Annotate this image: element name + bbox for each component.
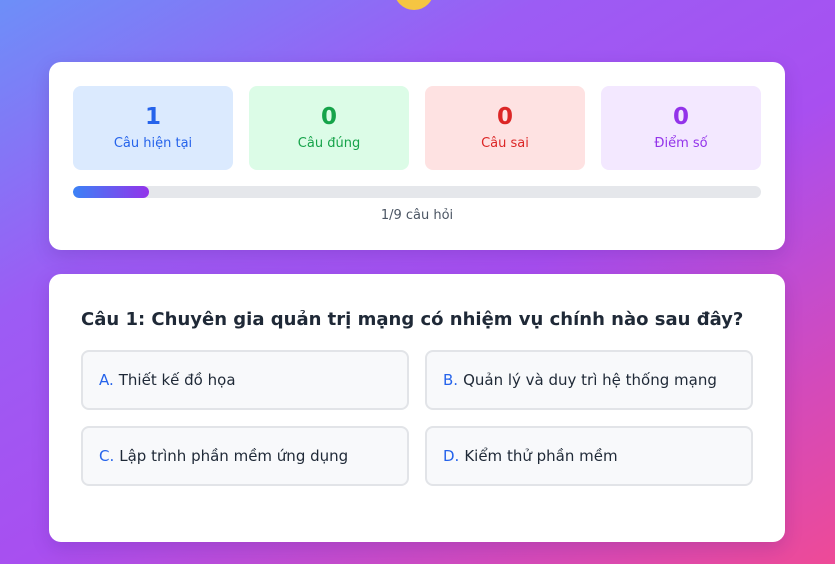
option-text: Thiết kế đồ họa xyxy=(118,371,236,389)
option-letter: C. xyxy=(99,447,115,465)
option-letter: B. xyxy=(443,371,459,389)
progress-bar xyxy=(73,186,761,198)
stat-current-question: 1 Câu hiện tại xyxy=(73,86,233,170)
stat-correct-label: Câu đúng xyxy=(297,136,361,151)
stat-wrong-answers: 0 Câu sai xyxy=(425,86,585,170)
answer-option-c[interactable]: C. Lập trình phần mềm ứng dụng xyxy=(81,426,409,486)
stat-score-label: Điểm số xyxy=(654,136,708,151)
answer-option-d[interactable]: D. Kiểm thử phần mềm xyxy=(425,426,753,486)
option-letter: D. xyxy=(443,447,460,465)
emoji-face-icon xyxy=(394,0,434,10)
option-text: Quản lý và duy trì hệ thống mạng xyxy=(463,371,717,389)
stat-correct-answers: 0 Câu đúng xyxy=(249,86,409,170)
option-text: Lập trình phần mềm ứng dụng xyxy=(119,447,349,465)
stat-score: 0 Điểm số xyxy=(601,86,761,170)
option-letter: A. xyxy=(99,371,114,389)
stats-card: 1 Câu hiện tại 0 Câu đúng 0 Câu sai 0 Đi… xyxy=(49,62,785,250)
question-card: Câu 1: Chuyên gia quản trị mạng có nhiệm… xyxy=(49,274,785,542)
stat-correct-value: 0 xyxy=(320,104,337,130)
stat-score-value: 0 xyxy=(672,104,689,130)
progress-bar-fill xyxy=(73,186,150,198)
question-title: Câu 1: Chuyên gia quản trị mạng có nhiệm… xyxy=(81,309,744,330)
stat-current-label: Câu hiện tại xyxy=(113,136,193,151)
stat-current-value: 1 xyxy=(144,104,161,130)
stat-wrong-value: 0 xyxy=(496,104,513,130)
progress-text: 1/9 câu hỏi xyxy=(380,208,454,223)
answer-option-a[interactable]: A. Thiết kế đồ họa xyxy=(81,350,409,410)
option-text: Kiểm thử phần mềm xyxy=(464,447,618,465)
answer-option-b[interactable]: B. Quản lý và duy trì hệ thống mạng xyxy=(425,350,753,410)
stat-wrong-label: Câu sai xyxy=(481,136,529,151)
